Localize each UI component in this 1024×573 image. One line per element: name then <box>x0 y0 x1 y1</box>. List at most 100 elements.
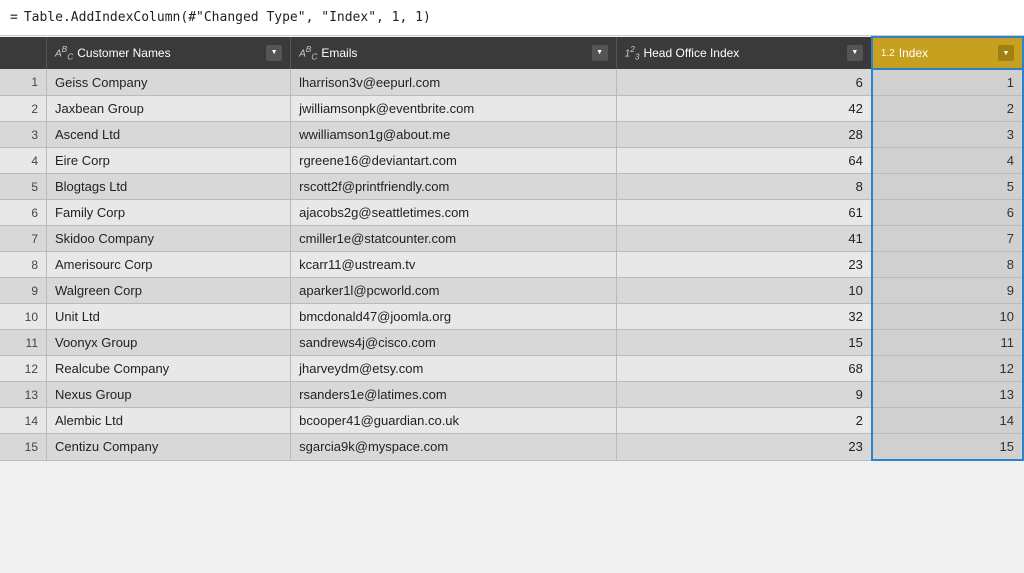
table-row: 3Ascend Ltdwwilliamson1g@about.me283 <box>0 122 1023 148</box>
cell-rownum: 9 <box>0 278 47 304</box>
cell-email: rgreene16@deviantart.com <box>291 148 617 174</box>
cell-index: 1 <box>872 69 1023 96</box>
cell-rownum: 15 <box>0 434 47 461</box>
cell-rownum: 3 <box>0 122 47 148</box>
index-col-dropdown[interactable] <box>998 45 1014 61</box>
cell-email: bmcdonald47@joomla.org <box>291 304 617 330</box>
cell-index: 9 <box>872 278 1023 304</box>
cell-rownum: 11 <box>0 330 47 356</box>
formula-bar: = Table.AddIndexColumn(#"Changed Type", … <box>0 0 1024 36</box>
cell-headoffice: 15 <box>616 330 872 356</box>
cell-rownum: 8 <box>0 252 47 278</box>
col-header-rownum <box>0 37 47 69</box>
cell-name: Jaxbean Group <box>47 96 291 122</box>
cell-index: 14 <box>872 408 1023 434</box>
table-row: 10Unit Ltdbmcdonald47@joomla.org3210 <box>0 304 1023 330</box>
table-row: 2Jaxbean Groupjwilliamsonpk@eventbrite.c… <box>0 96 1023 122</box>
cell-headoffice: 2 <box>616 408 872 434</box>
cell-index: 10 <box>872 304 1023 330</box>
cell-name: Family Corp <box>47 200 291 226</box>
cell-rownum: 12 <box>0 356 47 382</box>
cell-email: jwilliamsonpk@eventbrite.com <box>291 96 617 122</box>
cell-name: Realcube Company <box>47 356 291 382</box>
table-row: 5Blogtags Ltdrscott2f@printfriendly.com8… <box>0 174 1023 200</box>
col-header-name: ABC Customer Names <box>47 37 291 69</box>
cell-name: Nexus Group <box>47 382 291 408</box>
cell-headoffice: 64 <box>616 148 872 174</box>
cell-name: Walgreen Corp <box>47 278 291 304</box>
cell-rownum: 6 <box>0 200 47 226</box>
cell-rownum: 2 <box>0 96 47 122</box>
cell-headoffice: 6 <box>616 69 872 96</box>
cell-name: Skidoo Company <box>47 226 291 252</box>
table-row: 6Family Corpajacobs2g@seattletimes.com61… <box>0 200 1023 226</box>
headoffice-col-dropdown[interactable] <box>847 45 863 61</box>
cell-index: 8 <box>872 252 1023 278</box>
cell-rownum: 1 <box>0 69 47 96</box>
cell-name: Amerisourc Corp <box>47 252 291 278</box>
cell-email: bcooper41@guardian.co.uk <box>291 408 617 434</box>
cell-rownum: 5 <box>0 174 47 200</box>
table-row: 12Realcube Companyjharveydm@etsy.com6812 <box>0 356 1023 382</box>
table-row: 15Centizu Companysgarcia9k@myspace.com23… <box>0 434 1023 461</box>
cell-email: wwilliamson1g@about.me <box>291 122 617 148</box>
cell-rownum: 4 <box>0 148 47 174</box>
email-col-dropdown[interactable] <box>592 45 608 61</box>
cell-email: kcarr11@ustream.tv <box>291 252 617 278</box>
table-row: 7Skidoo Companycmiller1e@statcounter.com… <box>0 226 1023 252</box>
cell-email: rsanders1e@latimes.com <box>291 382 617 408</box>
cell-email: ajacobs2g@seattletimes.com <box>291 200 617 226</box>
cell-email: lharrison3v@eepurl.com <box>291 69 617 96</box>
cell-headoffice: 8 <box>616 174 872 200</box>
cell-name: Eire Corp <box>47 148 291 174</box>
cell-email: sandrews4j@cisco.com <box>291 330 617 356</box>
cell-headoffice: 68 <box>616 356 872 382</box>
cell-name: Alembic Ltd <box>47 408 291 434</box>
index-type-badge: 1.2 <box>881 48 895 59</box>
cell-index: 12 <box>872 356 1023 382</box>
cell-rownum: 13 <box>0 382 47 408</box>
cell-name: Unit Ltd <box>47 304 291 330</box>
cell-email: aparker1l@pcworld.com <box>291 278 617 304</box>
cell-index: 13 <box>872 382 1023 408</box>
table-row: 8Amerisourc Corpkcarr11@ustream.tv238 <box>0 252 1023 278</box>
headoffice-col-label: Head Office Index <box>643 46 739 60</box>
table-container: ABC Customer Names ABC Emails 123 <box>0 36 1024 461</box>
table-row: 4Eire Corprgreene16@deviantart.com644 <box>0 148 1023 174</box>
cell-email: jharveydm@etsy.com <box>291 356 617 382</box>
table-row: 9Walgreen Corpaparker1l@pcworld.com109 <box>0 278 1023 304</box>
cell-headoffice: 9 <box>616 382 872 408</box>
cell-name: Ascend Ltd <box>47 122 291 148</box>
email-type-badge: ABC <box>299 44 317 61</box>
cell-headoffice: 41 <box>616 226 872 252</box>
cell-headoffice: 23 <box>616 252 872 278</box>
cell-index: 3 <box>872 122 1023 148</box>
cell-headoffice: 28 <box>616 122 872 148</box>
name-col-dropdown[interactable] <box>266 45 282 61</box>
cell-index: 5 <box>872 174 1023 200</box>
email-col-label: Emails <box>321 46 357 60</box>
cell-email: sgarcia9k@myspace.com <box>291 434 617 461</box>
col-header-index: 1.2 Index <box>872 37 1023 69</box>
cell-index: 4 <box>872 148 1023 174</box>
name-col-label: Customer Names <box>77 46 170 60</box>
cell-name: Blogtags Ltd <box>47 174 291 200</box>
cell-name: Voonyx Group <box>47 330 291 356</box>
cell-email: rscott2f@printfriendly.com <box>291 174 617 200</box>
cell-index: 6 <box>872 200 1023 226</box>
table-row: 13Nexus Grouprsanders1e@latimes.com913 <box>0 382 1023 408</box>
cell-email: cmiller1e@statcounter.com <box>291 226 617 252</box>
table-row: 1Geiss Companylharrison3v@eepurl.com61 <box>0 69 1023 96</box>
table-row: 14Alembic Ltdbcooper41@guardian.co.uk214 <box>0 408 1023 434</box>
cell-headoffice: 32 <box>616 304 872 330</box>
equals-sign: = <box>10 10 18 25</box>
cell-rownum: 7 <box>0 226 47 252</box>
data-table: ABC Customer Names ABC Emails 123 <box>0 36 1024 461</box>
cell-headoffice: 61 <box>616 200 872 226</box>
table-header-row: ABC Customer Names ABC Emails 123 <box>0 37 1023 69</box>
name-type-badge: ABC <box>55 44 73 61</box>
cell-rownum: 10 <box>0 304 47 330</box>
cell-name: Centizu Company <box>47 434 291 461</box>
index-col-label: Index <box>899 46 928 60</box>
cell-name: Geiss Company <box>47 69 291 96</box>
